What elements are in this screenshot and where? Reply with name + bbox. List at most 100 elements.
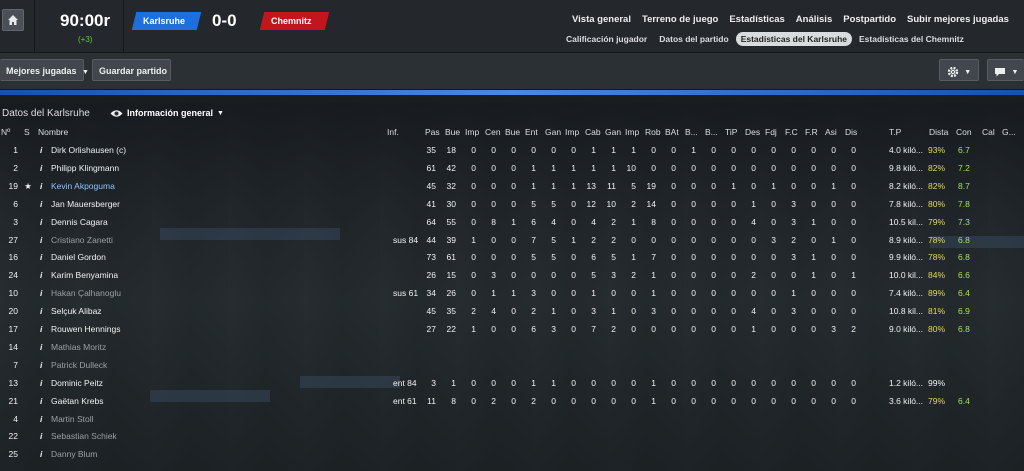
- info-icon[interactable]: i: [40, 410, 46, 428]
- subtab-player-ratings[interactable]: Calificación jugador: [561, 32, 652, 46]
- info-icon[interactable]: i: [40, 338, 46, 356]
- info-icon[interactable]: i: [40, 356, 46, 374]
- star-icon: [22, 141, 34, 159]
- stat-value: 26: [446, 288, 456, 299]
- info-icon[interactable]: i: [40, 248, 46, 266]
- home-button[interactable]: [2, 9, 24, 31]
- stat-value: 12: [586, 198, 596, 209]
- info-icon[interactable]: i: [40, 302, 46, 320]
- subtab-match-data[interactable]: Datos del partido: [654, 32, 733, 46]
- info-icon[interactable]: i: [40, 159, 46, 177]
- table-row[interactable]: 10 i Hakan Çalhanoglu sus 61 34 26 0 1 1 3 0 0 1 0 0 1 0…: [0, 284, 1024, 302]
- player-name[interactable]: Mathias Moritz: [51, 338, 231, 356]
- substitution-info: [393, 356, 423, 374]
- subtab-home-stats[interactable]: Estadísticas del Karlsruhe: [735, 32, 852, 46]
- main-nav: Vista general Terreno de juego Estadísti…: [572, 14, 1020, 25]
- player-name[interactable]: Cristiano Zanetti: [51, 231, 231, 249]
- info-icon[interactable]: i: [40, 427, 46, 445]
- shirt-number: 1: [13, 145, 18, 155]
- table-row[interactable]: 19 ★ i Kevin Akpoguma 45 32 0 0 0 1 1 1 13 11 5 19 0 0 0 1 0…: [0, 177, 1024, 195]
- table-row[interactable]: 17 i Rouwen Hennings 27 22 1 0 0 6 3 0 7 2 0 0 0 0 0 0 1 0 0 0…: [0, 320, 1024, 338]
- info-icon[interactable]: i: [40, 231, 46, 249]
- info-icon[interactable]: i: [40, 374, 46, 392]
- stat-value: 0: [571, 306, 576, 317]
- shirt-number: 16: [8, 252, 18, 263]
- player-name[interactable]: Sebastian Schiek: [51, 427, 231, 445]
- save-match-button[interactable]: Guardar partido: [92, 59, 171, 81]
- highlights-dropdown[interactable]: Mejores jugadas ▼: [0, 59, 89, 81]
- shirt-number: 7: [13, 359, 18, 370]
- player-name[interactable]: Dirk Orlishausen (c): [51, 141, 231, 159]
- away-team-badge[interactable]: Chemnitz: [259, 12, 330, 30]
- stat-value: 15: [446, 270, 456, 281]
- player-name[interactable]: Hakan Çalhanoglu: [51, 284, 231, 302]
- player-name[interactable]: Kevin Akpoguma: [51, 177, 231, 195]
- stat-value: 0: [511, 377, 516, 388]
- player-name[interactable]: Daniel Gordon: [51, 248, 231, 266]
- view-dropdown[interactable]: Información general ▼: [110, 108, 224, 118]
- player-name[interactable]: Karim Benyamina: [51, 266, 231, 284]
- player-name[interactable]: Gaëtan Krebs: [51, 392, 231, 410]
- tab-overview[interactable]: Vista general: [572, 14, 631, 25]
- table-row[interactable]: 2 i Philipp Klingmann 61 42 0 0 0 1 1 1 1 1 10 0 0 0 0 0 0 0…: [0, 159, 1024, 177]
- player-name[interactable]: Martin Stoll: [51, 410, 231, 428]
- table-row[interactable]: 24 i Karim Benyamina 26 15 0 3 0 0 0 0 5 3 2 1 0 0 0 0 2 0 0 1…: [0, 266, 1024, 284]
- stat-value: 0: [791, 270, 796, 281]
- player-name[interactable]: Patrick Dulleck: [51, 356, 231, 374]
- player-name[interactable]: Selçuk Alibaz: [51, 302, 231, 320]
- stat-value: 0: [671, 270, 676, 281]
- info-icon[interactable]: i: [40, 177, 46, 195]
- info-icon[interactable]: i: [40, 141, 46, 159]
- tab-upload-highlights[interactable]: Subir mejores jugadas: [907, 14, 1009, 25]
- subtab-away-stats[interactable]: Estadísticas del Chemnitz: [854, 32, 969, 46]
- table-row[interactable]: 4 i Martin Stoll: [0, 410, 1024, 428]
- rating-value: 7.8: [958, 198, 970, 209]
- stat-value: 0: [611, 395, 616, 406]
- home-team-badge[interactable]: Karlsruhe: [131, 12, 202, 30]
- stat-value: 0: [511, 324, 516, 334]
- stat-value: 1: [591, 288, 596, 299]
- stat-value: 0: [791, 324, 796, 334]
- stat-value: 1: [511, 288, 516, 299]
- tab-postmatch[interactable]: Postpartido: [843, 14, 896, 25]
- table-row[interactable]: 20 i Selçuk Alibaz 45 35 2 4 0 2 1 0 3 1 0 3 0 0 0 0 4 0 3 0 0 0…: [0, 302, 1024, 320]
- star-icon: [22, 320, 34, 338]
- table-row[interactable]: 6 i Jan Mauersberger 41 30 0 0 0 5 5 0 12 10 2 14 0 0 0 0 1…: [0, 195, 1024, 213]
- tab-analysis[interactable]: Análisis: [796, 14, 832, 25]
- info-icon[interactable]: i: [40, 320, 46, 338]
- stat-value: 0: [711, 234, 716, 245]
- stat-value: 8: [451, 395, 456, 406]
- table-row[interactable]: 13 i Dominic Peitz ent 84 3 1 0 0 0 1 1 0 0 0 0 1 0 0 0 0 0 0…: [0, 374, 1024, 392]
- table-row[interactable]: 1 i Dirk Orlishausen (c) 35 18 0 0 0 0 0 0 1 1 1 0 0 1 0 0…: [0, 141, 1024, 159]
- info-icon[interactable]: i: [40, 284, 46, 302]
- info-icon[interactable]: i: [40, 213, 46, 231]
- table-row[interactable]: 27 i Cristiano Zanetti sus 84 44 39 1 0 0 7 5 1 2 2 0 0…: [0, 231, 1024, 249]
- stat-value: 0: [471, 377, 476, 388]
- info-icon[interactable]: i: [40, 445, 46, 463]
- player-name[interactable]: Jan Mauersberger: [51, 195, 231, 213]
- table-row[interactable]: 16 i Daniel Gordon 73 61 0 0 0 5 5 0 6 5 1 7 0 0 0 0 0 0 3 1 0 0…: [0, 248, 1024, 266]
- stat-value: 0: [571, 270, 576, 281]
- player-name[interactable]: Dominic Peitz: [51, 374, 231, 392]
- table-row[interactable]: 14 i Mathias Moritz: [0, 338, 1024, 356]
- player-name[interactable]: Rouwen Hennings: [51, 320, 231, 338]
- table-row[interactable]: 25 i Danny Blum: [0, 445, 1024, 463]
- player-name[interactable]: Dennis Cagara: [51, 213, 231, 231]
- info-icon[interactable]: i: [40, 392, 46, 410]
- condition-value: [928, 410, 952, 428]
- table-row[interactable]: 21 i Gaëtan Krebs ent 61 11 8 0 2 0 2 0 0 0 0 0 1 0 0 0 0 0 0…: [0, 392, 1024, 410]
- rating-value: 6.4: [958, 288, 970, 299]
- settings-dropdown[interactable]: ▼: [939, 59, 979, 81]
- tab-stats[interactable]: Estadísticas: [729, 14, 784, 25]
- table-row[interactable]: 22 i Sebastian Schiek: [0, 427, 1024, 445]
- tab-pitch[interactable]: Terreno de juego: [642, 14, 718, 25]
- stat-value: 0: [811, 162, 816, 173]
- player-name[interactable]: Danny Blum: [51, 445, 231, 463]
- chat-dropdown[interactable]: ▼: [987, 59, 1024, 81]
- info-icon[interactable]: i: [40, 195, 46, 213]
- stat-value: 0: [751, 252, 756, 263]
- player-name[interactable]: Philipp Klingmann: [51, 159, 231, 177]
- info-icon[interactable]: i: [40, 266, 46, 284]
- table-row[interactable]: 3 i Dennis Cagara 64 55 0 8 1 6 4 0 4 2 1 8 0 0 0 0 4 0 3 1 0 0 1…: [0, 213, 1024, 231]
- table-row[interactable]: 7 i Patrick Dulleck: [0, 356, 1024, 374]
